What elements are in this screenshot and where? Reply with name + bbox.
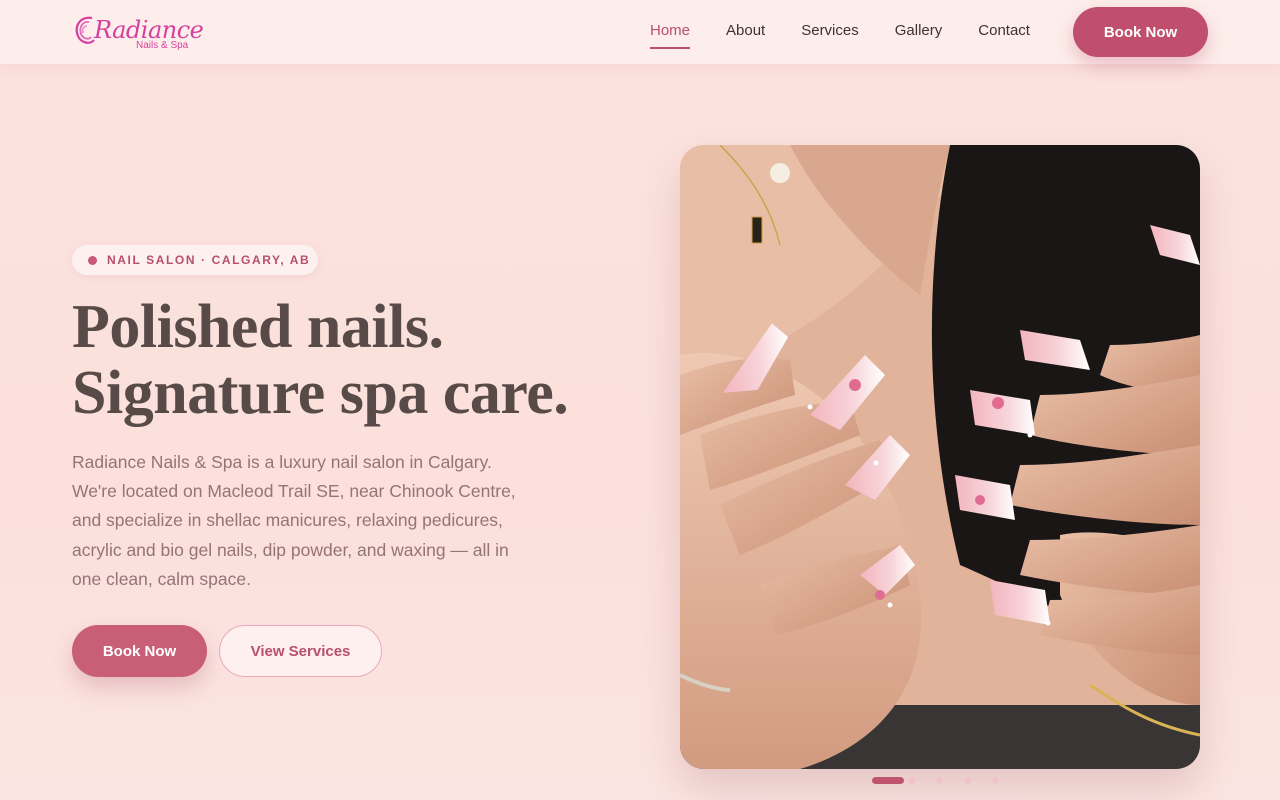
logo[interactable]: Radiance Nails & Spa (72, 10, 204, 54)
carousel-dot-5[interactable] (992, 777, 999, 784)
headline-line-1: Polished nails. (72, 293, 444, 361)
nav-gallery[interactable]: Gallery (895, 22, 943, 45)
carousel-indicators (872, 777, 1020, 784)
nav-contact[interactable]: Contact (978, 22, 1030, 45)
nav-about[interactable]: About (726, 22, 765, 45)
hero-headline: Polished nails. Signature spa care. (72, 294, 592, 426)
carousel-dot-4[interactable] (964, 777, 971, 784)
badge-text: NAIL SALON · CALGARY, AB (107, 253, 311, 267)
main-nav: Home About Services Gallery Contact (650, 22, 1066, 49)
hero-image (680, 145, 1200, 769)
site-header: Radiance Nails & Spa Home About Services… (0, 0, 1280, 64)
view-services-button[interactable]: View Services (219, 625, 382, 677)
nav-home[interactable]: Home (650, 22, 691, 49)
carousel-dot-1[interactable] (872, 777, 904, 784)
nails-photo-icon (680, 145, 1200, 769)
headline-line-2: Signature spa care. (72, 359, 569, 427)
hero-description: Radiance Nails & Spa is a luxury nail sa… (72, 452, 516, 589)
carousel-dot-2[interactable] (908, 777, 915, 784)
logo-subtitle: Nails & Spa (136, 40, 189, 51)
carousel-dot-3[interactable] (936, 777, 943, 784)
header-book-now-button[interactable]: Book Now (1073, 7, 1208, 57)
location-badge: NAIL SALON · CALGARY, AB (72, 245, 318, 275)
hero-book-now-button[interactable]: Book Now (72, 625, 207, 677)
badge-dot-icon (88, 255, 97, 265)
nav-services[interactable]: Services (801, 22, 859, 45)
